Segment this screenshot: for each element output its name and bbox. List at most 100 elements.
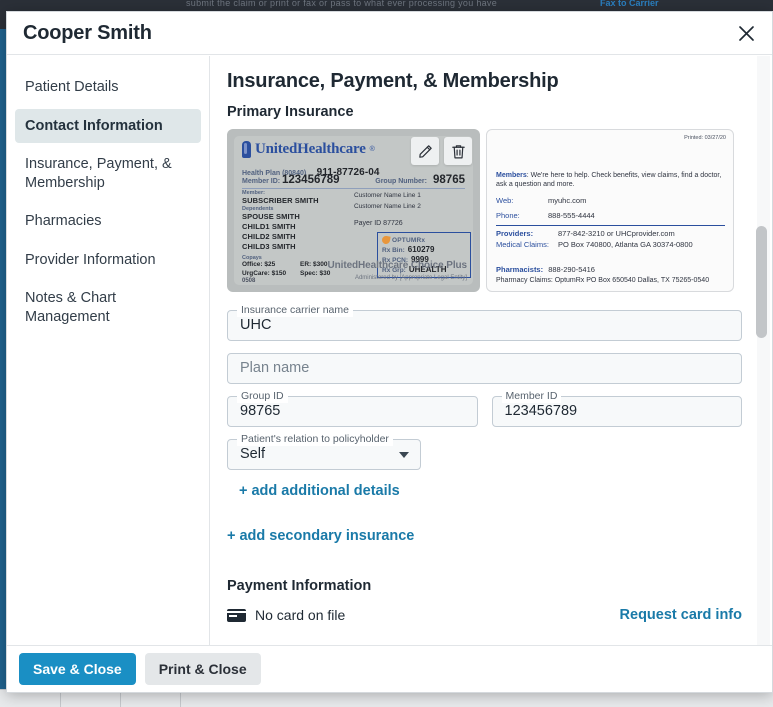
insurance-card-actions <box>411 137 472 165</box>
close-icon[interactable] <box>732 19 760 47</box>
card-copays: Copays Office: $25 ER: $300 UrgCare: $15… <box>242 255 330 279</box>
modal-sidebar: Patient Details Contact Information Insu… <box>7 56 210 645</box>
relation-to-policyholder-value: Self <box>240 446 265 462</box>
modal-footer: Save & Close Print & Close <box>7 645 772 692</box>
card-dependent-name: CHILD2 SMITH <box>242 231 296 241</box>
modal-header: Cooper Smith <box>7 12 772 55</box>
card-dependent-name: CHILD1 SMITH <box>242 221 296 231</box>
insurance-carrier-value: UHC <box>240 317 272 333</box>
main-scrollbar-thumb[interactable] <box>756 226 767 338</box>
sidebar-item-notes-chart-management[interactable]: Notes & Chart Management <box>15 281 201 334</box>
card-back-web-label: Web: <box>496 196 514 205</box>
insurance-carrier-label: Insurance carrier name <box>237 304 353 317</box>
payment-information-section: Payment Information No card on file Requ… <box>227 578 742 623</box>
background-topbar-link: Fax to Carrier <box>600 0 659 8</box>
card-payer-id: Payer ID 87726 <box>354 220 403 227</box>
insurance-card-images: UnitedHealthcare ® Health Plan (80840) 91… <box>227 129 742 292</box>
add-secondary-insurance-row: + add secondary insurance <box>227 527 742 545</box>
payment-card-row: No card on file Request card info <box>227 607 742 623</box>
card-back-providers-value: 877-842-3210 or UHCprovider.com <box>558 229 675 238</box>
card-back-members-label: Members <box>496 172 527 179</box>
card-dependent-name: CHILD3 SMITH <box>242 241 296 251</box>
card-dependent-name: SPOUSE SMITH <box>242 211 300 221</box>
payment-card-status-text: No card on file <box>255 607 346 623</box>
card-back-medical-claims-label: Medical Claims: <box>496 240 549 249</box>
payment-information-title: Payment Information <box>227 578 372 594</box>
add-additional-details-link[interactable]: + add additional details <box>239 483 400 499</box>
group-id-field[interactable]: Group ID 98765 <box>227 390 478 427</box>
group-id-value: 98765 <box>240 403 281 419</box>
card-copay-row-1: Office: $25 ER: $300 <box>242 261 330 270</box>
card-back-printed-date: Printed: 03/27/20 <box>684 135 726 141</box>
card-rx-bin-value: 610279 <box>407 245 435 254</box>
sidebar-item-insurance-payment-membership[interactable]: Insurance, Payment, & Membership <box>15 147 201 200</box>
save-and-close-button[interactable]: Save & Close <box>19 653 136 685</box>
card-member-group-line: Member ID: 123456789 Group Number: 98765 <box>242 174 465 189</box>
member-id-field[interactable]: Member ID 123456789 <box>491 390 742 427</box>
sidebar-item-patient-details[interactable]: Patient Details <box>15 70 201 105</box>
relation-to-policyholder-label: Patient's relation to policyholder <box>237 433 393 446</box>
sidebar-item-provider-information[interactable]: Provider Information <box>15 243 201 278</box>
sidebar-item-contact-information[interactable]: Contact Information <box>15 108 201 144</box>
card-customer-name-lines: Customer Name Line 1 Customer Name Line … <box>354 191 421 212</box>
card-rx-bin-label: Rx Bin: <box>382 247 405 254</box>
card-plan-name: UnitedHealthcare Choice Plus <box>327 260 468 271</box>
card-customer-name-line-1: Customer Name Line 1 <box>354 192 421 199</box>
card-copay-spec: Spec: $30 <box>300 269 331 277</box>
member-id-value: 123456789 <box>504 403 578 419</box>
card-optumrx-box: OPTUMRx Rx Bin: 610279 Rx PCN: 9999 Rx Grp… <box>377 232 471 278</box>
optum-swoosh-icon <box>381 235 391 245</box>
credit-card-icon <box>227 608 246 622</box>
primary-insurance-label: Primary Insurance <box>227 104 354 120</box>
card-copay-office: Office: $25 <box>242 261 276 268</box>
insurance-carrier-field[interactable]: Insurance carrier name UHC <box>227 304 742 341</box>
card-back-medical-claims-row: Medical Claims: PO Box 740800, Atlanta G… <box>496 240 725 251</box>
card-member-id-value: 123456789 <box>282 174 340 186</box>
insurance-form: Insurance carrier name UHC Plan name Gro… <box>227 304 742 623</box>
plan-name-placeholder: Plan name <box>240 360 310 376</box>
card-back-members-text: Members: We're here to help. Check benef… <box>496 171 725 190</box>
modal-body: Patient Details Contact Information Insu… <box>7 56 772 645</box>
card-rx-bin-line: Rx Bin: 610279 <box>382 245 466 254</box>
pencil-icon[interactable] <box>411 137 439 165</box>
sidebar-item-pharmacies[interactable]: Pharmacies <box>15 204 201 239</box>
card-back-phone-label: Phone: <box>496 211 520 220</box>
card-back-pharmacists-value: 888-290-5416 <box>548 265 595 274</box>
request-card-info-link[interactable]: Request card info <box>620 607 742 623</box>
card-back-pharmacy-claims: Pharmacy Claims: OptumRx PO Box 650540 D… <box>496 277 710 284</box>
member-id-label: Member ID <box>501 390 562 403</box>
section-heading: Insurance, Payment, & Membership <box>227 70 559 92</box>
card-back-providers-label: Providers: <box>496 229 534 238</box>
insurance-card-back[interactable]: Printed: 03/27/20 Members: We're here to… <box>486 129 734 292</box>
print-and-close-button[interactable]: Print & Close <box>144 653 261 685</box>
card-group-number-value: 98765 <box>433 174 465 186</box>
card-form-code: 0508 <box>242 278 256 284</box>
unitedhealthcare-shield-icon <box>242 141 251 158</box>
plan-name-field[interactable]: Plan name <box>227 353 742 384</box>
background-topbar: submit the claim or print or fax or pass… <box>0 0 773 11</box>
card-back-members-body: : We're here to help. Check benefits, vi… <box>496 172 722 189</box>
chevron-down-icon[interactable] <box>399 452 409 458</box>
card-customer-name-line-2: Customer Name Line 2 <box>354 202 421 210</box>
relation-to-policyholder-select[interactable]: Patient's relation to policyholder Self <box>227 433 421 470</box>
group-id-label: Group ID <box>237 390 288 403</box>
card-back-providers-row: Providers: 877-842-3210 or UHCprovider.c… <box>496 229 725 240</box>
insurance-card-front[interactable]: UnitedHealthcare ® Health Plan (80840) 91… <box>227 129 480 292</box>
patient-detail-modal: Cooper Smith Patient Details Contact Inf… <box>6 11 773 693</box>
optumrx-wordmark: OPTUMRx <box>392 236 426 244</box>
page-title: Cooper Smith <box>23 22 152 44</box>
card-administered-by: Administered by [Appropriate Legal Entit… <box>354 275 467 281</box>
payment-card-status: No card on file <box>227 607 345 623</box>
main-scrollbar-track[interactable] <box>756 56 770 645</box>
add-secondary-insurance-link[interactable]: + add secondary insurance <box>227 528 414 544</box>
card-group-number-label: Group Number: <box>375 178 427 185</box>
card-member-id-label: Member ID: <box>242 178 281 185</box>
main-panel: Insurance, Payment, & Membership Primary… <box>210 56 772 645</box>
card-back-medical-claims-value: PO Box 740800, Atlanta GA 30374-0800 <box>558 240 693 249</box>
card-back-divider <box>496 225 725 226</box>
trash-icon[interactable] <box>444 137 472 165</box>
card-member-names: Member: SUBSCRIBER SMITH Dependents SPOU… <box>242 190 319 251</box>
card-back-phone-row: Phone: 888-555-4444 <box>496 211 595 220</box>
unitedhealthcare-wordmark: UnitedHealthcare <box>255 141 366 157</box>
add-additional-details-row: + add additional details <box>227 482 742 500</box>
